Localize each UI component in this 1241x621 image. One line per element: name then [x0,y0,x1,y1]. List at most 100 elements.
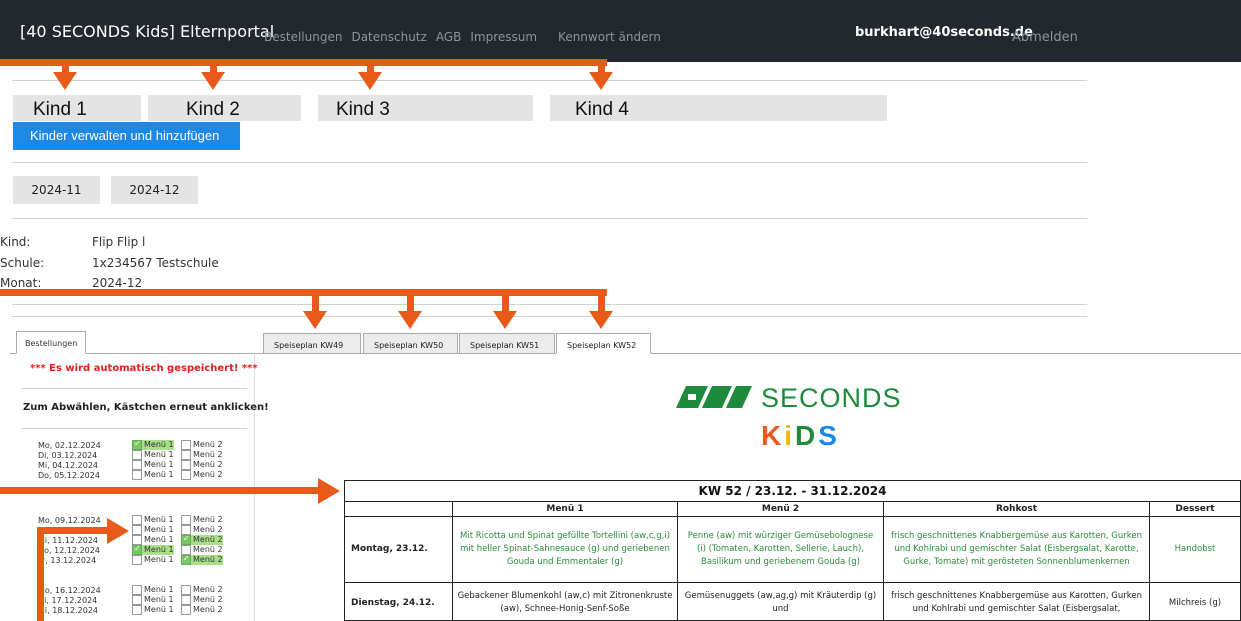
order-menu1-label: Menü 1 [144,515,174,524]
kid-tab-2[interactable]: Kind 2 [148,95,301,121]
annotation-arrow-stem [407,289,414,312]
order-date: Mo, 16.12.2024 [38,586,101,595]
order-menu2-checkbox[interactable]: Menü 2 [181,534,223,545]
main-nav: Bestellungen Datenschutz AGB Impressum K… [264,30,661,44]
order-date: Fr, 13.12.2024 [38,556,97,565]
col-head-menu1: Menü 1 [453,502,678,517]
checkbox-icon[interactable] [132,544,142,555]
manage-kids-button[interactable]: Kinder verwalten und hinzufügen [13,122,240,150]
checkbox-icon[interactable] [181,585,191,595]
order-date: Mi, 18.12.2024 [38,606,99,615]
order-date: Do, 05.12.2024 [38,471,100,480]
plan-dessert-1: Handobst [1150,517,1240,583]
checkbox-icon[interactable] [132,460,142,470]
order-menu1-checkbox[interactable]: Menü 1 [132,450,174,460]
order-menu2-checkbox[interactable]: Menü 2 [181,450,223,460]
info-schule-value: 1x234567 Testschule [92,256,219,270]
annotation-arrow-stem-left [37,527,44,621]
order-menu1-checkbox[interactable]: Menü 1 [132,470,174,480]
annotation-arrow-head [589,72,613,90]
checkbox-icon[interactable] [181,440,191,450]
info-schule-label: Schule: [0,256,45,270]
tab-speiseplan-kw50[interactable]: Speiseplan KW50 [363,333,458,354]
order-menu1-checkbox[interactable]: Menü 1 [132,439,174,450]
order-menu1-label: Menü 1 [144,460,174,469]
checkbox-icon[interactable] [181,595,191,605]
nav-impressum[interactable]: Impressum [470,30,537,44]
order-menu2-checkbox[interactable]: Menü 2 [181,595,223,605]
month-tab-2024-12[interactable]: 2024-12 [111,176,198,204]
order-menu2-label: Menü 2 [193,595,223,604]
nav-agb[interactable]: AGB [436,30,462,44]
plan-rohkost-2: frisch geschnittenes Knabbergemüse aus K… [884,583,1150,621]
nav-kennwort[interactable]: Kennwort ändern [558,30,661,44]
logo-mark-icon [676,386,752,408]
checkbox-icon[interactable] [181,515,191,525]
checkbox-icon[interactable] [132,525,142,535]
checkbox-icon[interactable] [132,555,142,565]
order-menu2-checkbox[interactable]: Menü 2 [181,440,223,450]
nav-bestellungen[interactable]: Bestellungen [264,30,342,44]
annotation-arrow-stem [502,289,509,312]
checkbox-icon[interactable] [132,605,142,615]
annotation-arrow-stem [598,59,605,73]
order-menu2-checkbox[interactable]: Menü 2 [181,554,223,565]
annotation-arrow-bar-checkbox [37,527,109,534]
plan-title: KW 52 / 23.12. - 31.12.2024 [345,481,1240,502]
order-menu2-checkbox[interactable]: Menü 2 [181,605,223,615]
tab-speiseplan-kw49[interactable]: Speiseplan KW49 [263,333,361,354]
order-menu1-checkbox[interactable]: Menü 1 [132,544,174,555]
order-menu2-checkbox[interactable]: Menü 2 [181,460,223,470]
kid-tab-4[interactable]: Kind 4 [550,95,887,121]
order-menu1-label: Menü 1 [144,470,174,479]
col-head-dessert: Dessert [1150,502,1240,517]
month-tab-2024-11[interactable]: 2024-11 [13,176,100,204]
logout-link[interactable]: Abmelden [1012,30,1078,45]
logo-kids: KiDS [761,420,840,451]
checkbox-icon[interactable] [181,460,191,470]
order-menu2-checkbox[interactable]: Menü 2 [181,585,223,595]
order-menu2-label: Menü 2 [193,535,223,544]
checkbox-icon[interactable] [132,595,142,605]
order-menu1-checkbox[interactable]: Menü 1 [132,460,174,470]
order-menu2-label: Menü 2 [193,545,223,554]
checkbox-icon[interactable] [181,554,191,565]
checkbox-icon[interactable] [132,450,142,460]
checkbox-icon[interactable] [132,439,142,450]
kid-tab-1[interactable]: Kind 1 [13,95,141,121]
tab-speiseplan-kw51[interactable]: Speiseplan KW51 [459,333,555,354]
tab-bestellungen[interactable]: Bestellungen [16,331,86,354]
checkbox-icon[interactable] [132,515,142,525]
order-menu1-label: Menü 1 [144,595,174,604]
order-menu1-label: Menü 1 [144,545,174,554]
order-menu1-checkbox[interactable]: Menü 1 [132,605,174,615]
top-navbar: [40 SECONDS Kids] Elternportal Bestellun… [0,0,1241,62]
app-title[interactable]: [40 SECONDS Kids] Elternportal [20,22,274,41]
checkbox-icon[interactable] [181,534,191,545]
order-menu2-label: Menü 2 [193,460,223,469]
order-menu2-label: Menü 2 [193,470,223,479]
info-monat-label: Monat: [0,276,42,290]
order-menu1-checkbox[interactable]: Menü 1 [132,515,174,525]
order-menu2-checkbox[interactable]: Menü 2 [181,470,223,480]
checkbox-icon[interactable] [181,470,191,480]
order-menu1-checkbox[interactable]: Menü 1 [132,555,174,565]
nav-datenschutz[interactable]: Datenschutz [351,30,426,44]
annotation-arrow-head [358,72,382,90]
checkbox-icon[interactable] [181,605,191,615]
order-menu1-checkbox[interactable]: Menü 1 [132,595,174,605]
order-menu1-checkbox[interactable]: Menü 1 [132,585,174,595]
annotation-arrow-head [201,72,225,90]
kid-tab-3[interactable]: Kind 3 [318,95,533,121]
info-schule: Schule: 1x234567 Testschule [0,256,219,270]
deselect-hint: Zum Abwählen, Kästchen erneut anklicken! [23,402,269,413]
order-menu1-checkbox[interactable]: Menü 1 [132,525,174,535]
checkbox-icon[interactable] [132,470,142,480]
checkbox-icon[interactable] [132,585,142,595]
tab-speiseplan-kw52[interactable]: Speiseplan KW52 [556,333,651,354]
menu-plan-table: KW 52 / 23.12. - 31.12.2024 Menü 1 Menü … [344,480,1241,621]
col-head-rohkost: Rohkost [884,502,1150,517]
order-menu2-checkbox[interactable]: Menü 2 [181,515,223,525]
order-date: Mi, 11.12.2024 [38,536,99,545]
checkbox-icon[interactable] [181,450,191,460]
